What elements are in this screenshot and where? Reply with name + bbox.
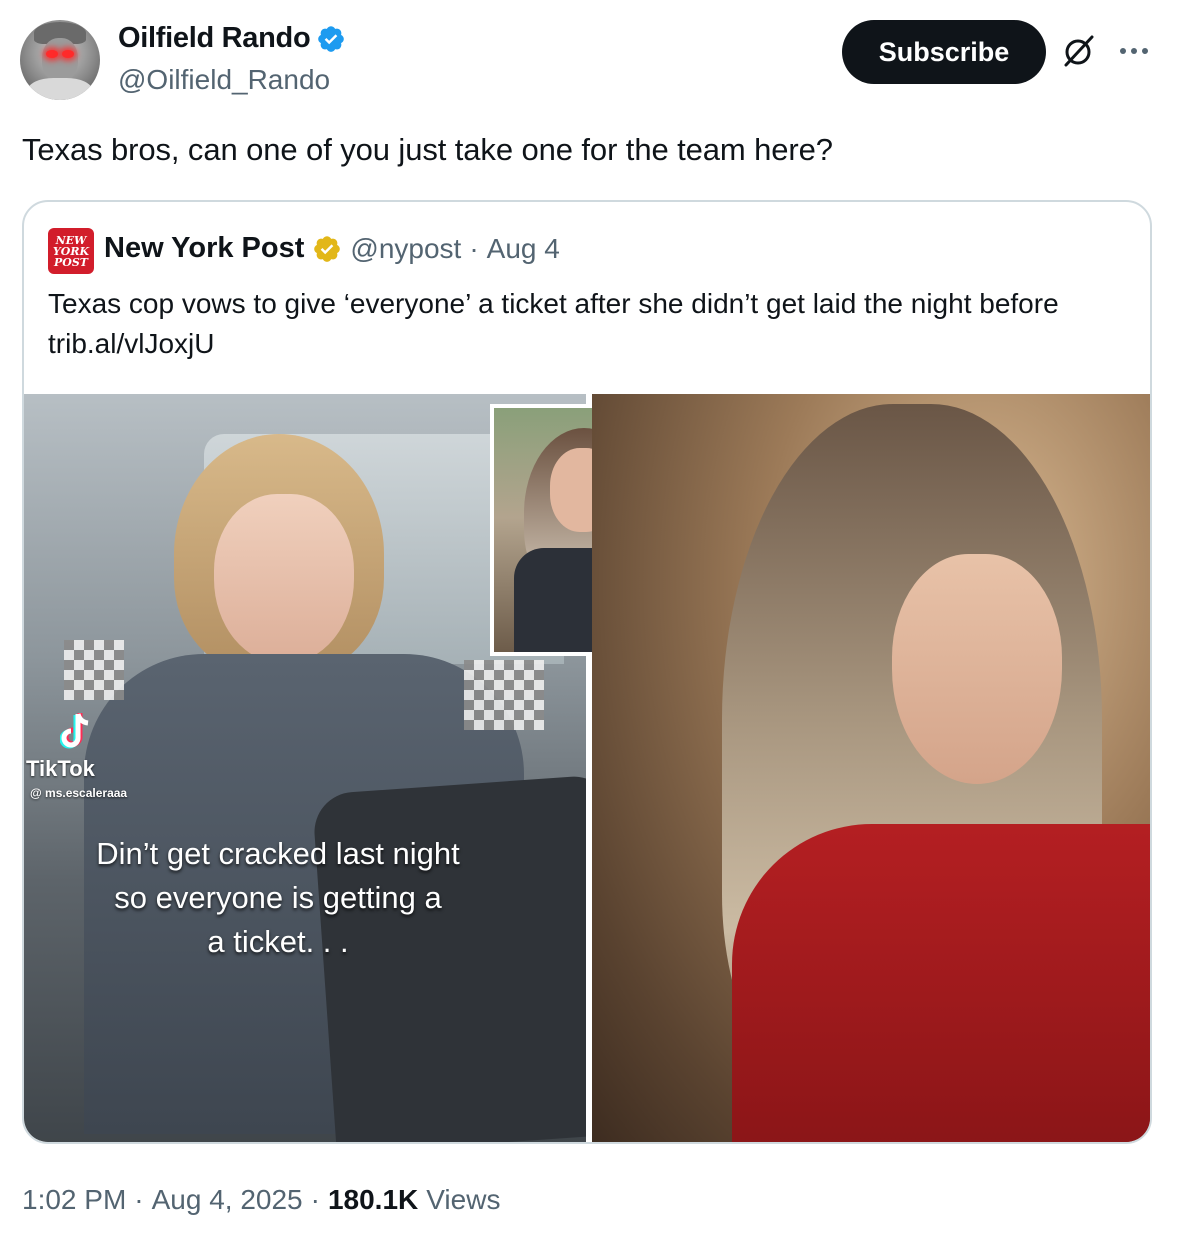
tiktok-icon xyxy=(60,713,89,749)
avatar-body-shape xyxy=(28,78,92,100)
person-face-shape xyxy=(214,494,354,664)
tweet-time[interactable]: 1:02 PM xyxy=(22,1184,126,1216)
meta-separator: · xyxy=(134,1184,144,1215)
pixelated-blur xyxy=(64,640,124,700)
quoted-separator: · xyxy=(469,232,479,264)
video-caption: Din’t get cracked last night so everyone… xyxy=(96,836,460,959)
author-handle[interactable]: @Oilfield_Rando xyxy=(118,64,330,96)
tweet-date[interactable]: Aug 4, 2025 xyxy=(152,1184,303,1216)
more-dot xyxy=(1120,48,1126,54)
nypost-logo-line: YORK xyxy=(52,244,90,258)
views-count[interactable]: 180.1K xyxy=(328,1184,418,1216)
meta-separator: · xyxy=(310,1184,320,1215)
quoted-tweet-header: New York Post @nypost · Aug 4 xyxy=(104,232,560,265)
nypost-logo[interactable]: NEW YORK POST xyxy=(48,228,94,274)
tweet-text: Texas bros, can one of you just take one… xyxy=(22,132,833,167)
tiktok-watermark-user: @ ms.escaleraaa xyxy=(30,786,128,800)
views-label: Views xyxy=(426,1184,501,1215)
author-name-row: Oilfield Rando xyxy=(118,22,346,55)
person-face-shape xyxy=(892,554,1062,784)
verified-badge-gold-icon[interactable] xyxy=(312,234,342,264)
avatar-glowing-eye-right xyxy=(62,50,74,58)
quoted-author-handle[interactable]: @nypost xyxy=(350,233,461,265)
more-icon[interactable] xyxy=(1114,34,1154,68)
pixelated-blur xyxy=(464,660,544,730)
red-top-shape xyxy=(732,824,1150,1142)
quoted-author-name[interactable]: New York Post xyxy=(104,232,304,265)
tiktok-watermark-brand: TikTok xyxy=(26,756,95,781)
more-dot xyxy=(1131,48,1137,54)
subscribe-button[interactable]: Subscribe xyxy=(842,20,1046,84)
grok-icon[interactable] xyxy=(1062,34,1096,68)
media-image-right[interactable] xyxy=(592,394,1150,1142)
avatar-face-shape xyxy=(42,38,78,82)
nypost-logo-line: NEW xyxy=(55,233,87,247)
author-avatar[interactable] xyxy=(20,20,100,100)
tweet-meta: 1:02 PM · Aug 4, 2025 · 180.1K Views xyxy=(22,1184,500,1216)
quoted-date[interactable]: Aug 4 xyxy=(487,233,560,265)
quoted-tweet-text: Texas cop vows to give ‘everyone’ a tick… xyxy=(48,288,1059,359)
quoted-media[interactable]: TikTok @ ms.escaleraaa Din’t get cracked… xyxy=(24,394,1150,1142)
quoted-tweet-card[interactable]: NEW YORK POST New York Post @nypost · Au… xyxy=(22,200,1152,1144)
author-display-name[interactable]: Oilfield Rando xyxy=(118,22,311,55)
verified-badge-icon[interactable] xyxy=(316,24,346,54)
nypost-logo-line: POST xyxy=(54,255,88,269)
avatar-glowing-eye-left xyxy=(46,50,58,58)
more-dot xyxy=(1142,48,1148,54)
